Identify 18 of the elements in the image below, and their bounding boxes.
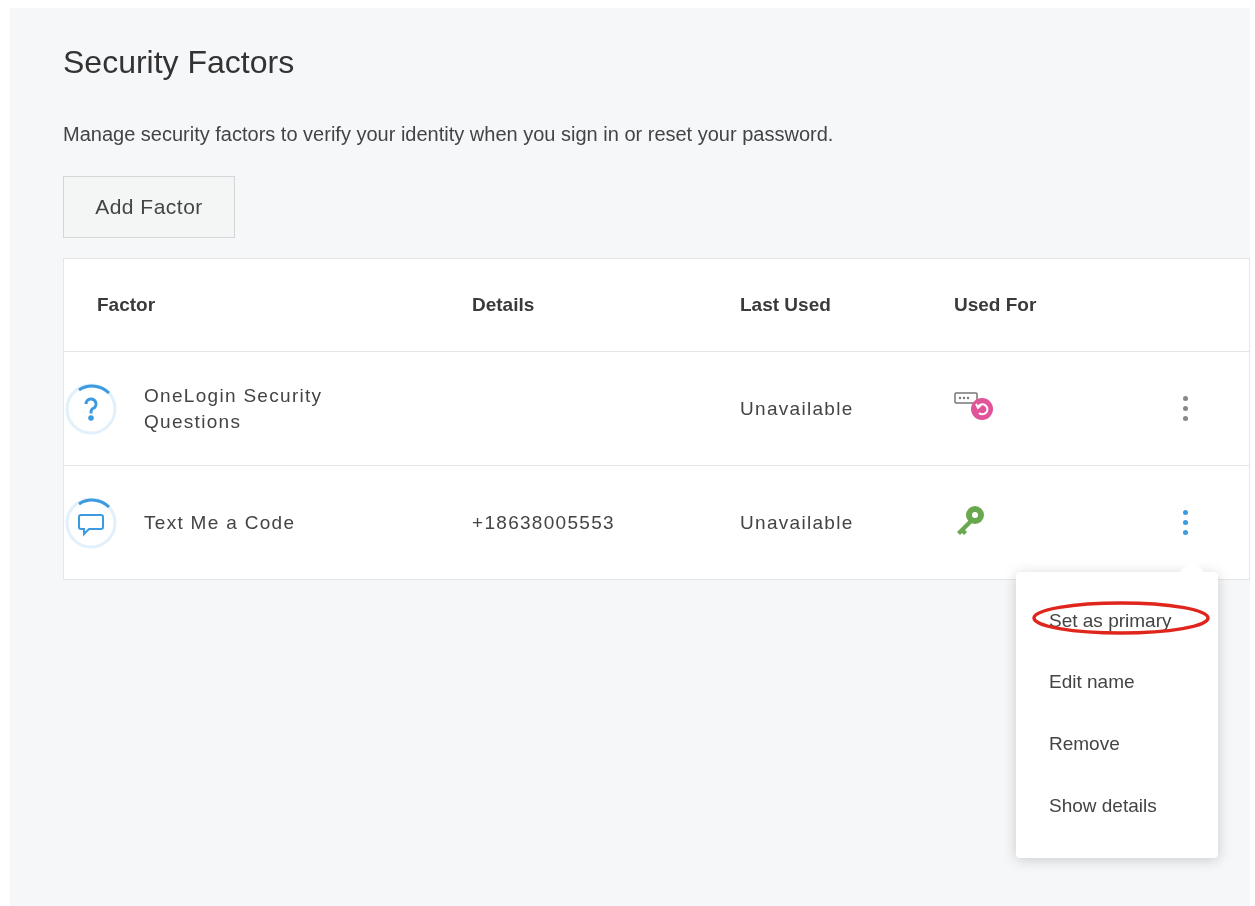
menu-item[interactable]: Remove — [1049, 733, 1120, 755]
column-header: Used For — [954, 294, 1038, 316]
question-mark-icon — [64, 381, 118, 436]
page-description: Manage security factors to verify your identity when you sign in or reset your password. — [63, 122, 835, 146]
column-header: Factor — [97, 294, 157, 316]
column-header: Last Used — [740, 294, 832, 316]
factor-details: +18638005553 — [472, 510, 616, 535]
menu-item[interactable]: Edit name — [1049, 671, 1135, 694]
password-reset-icon — [954, 391, 996, 422]
menu-item[interactable]: Show details — [1049, 794, 1157, 817]
last-used: Unavailable — [740, 510, 855, 535]
page-title: Security Factors — [63, 44, 296, 80]
factor-name: Text Me a Code — [144, 510, 296, 535]
add-factor-button[interactable]: Add Factor — [63, 176, 235, 238]
column-header: Details — [472, 294, 536, 316]
last-used: Unavailable — [740, 396, 855, 421]
chat-bubble-icon — [64, 495, 118, 550]
factor-name: OneLogin Security Questions — [144, 383, 324, 434]
